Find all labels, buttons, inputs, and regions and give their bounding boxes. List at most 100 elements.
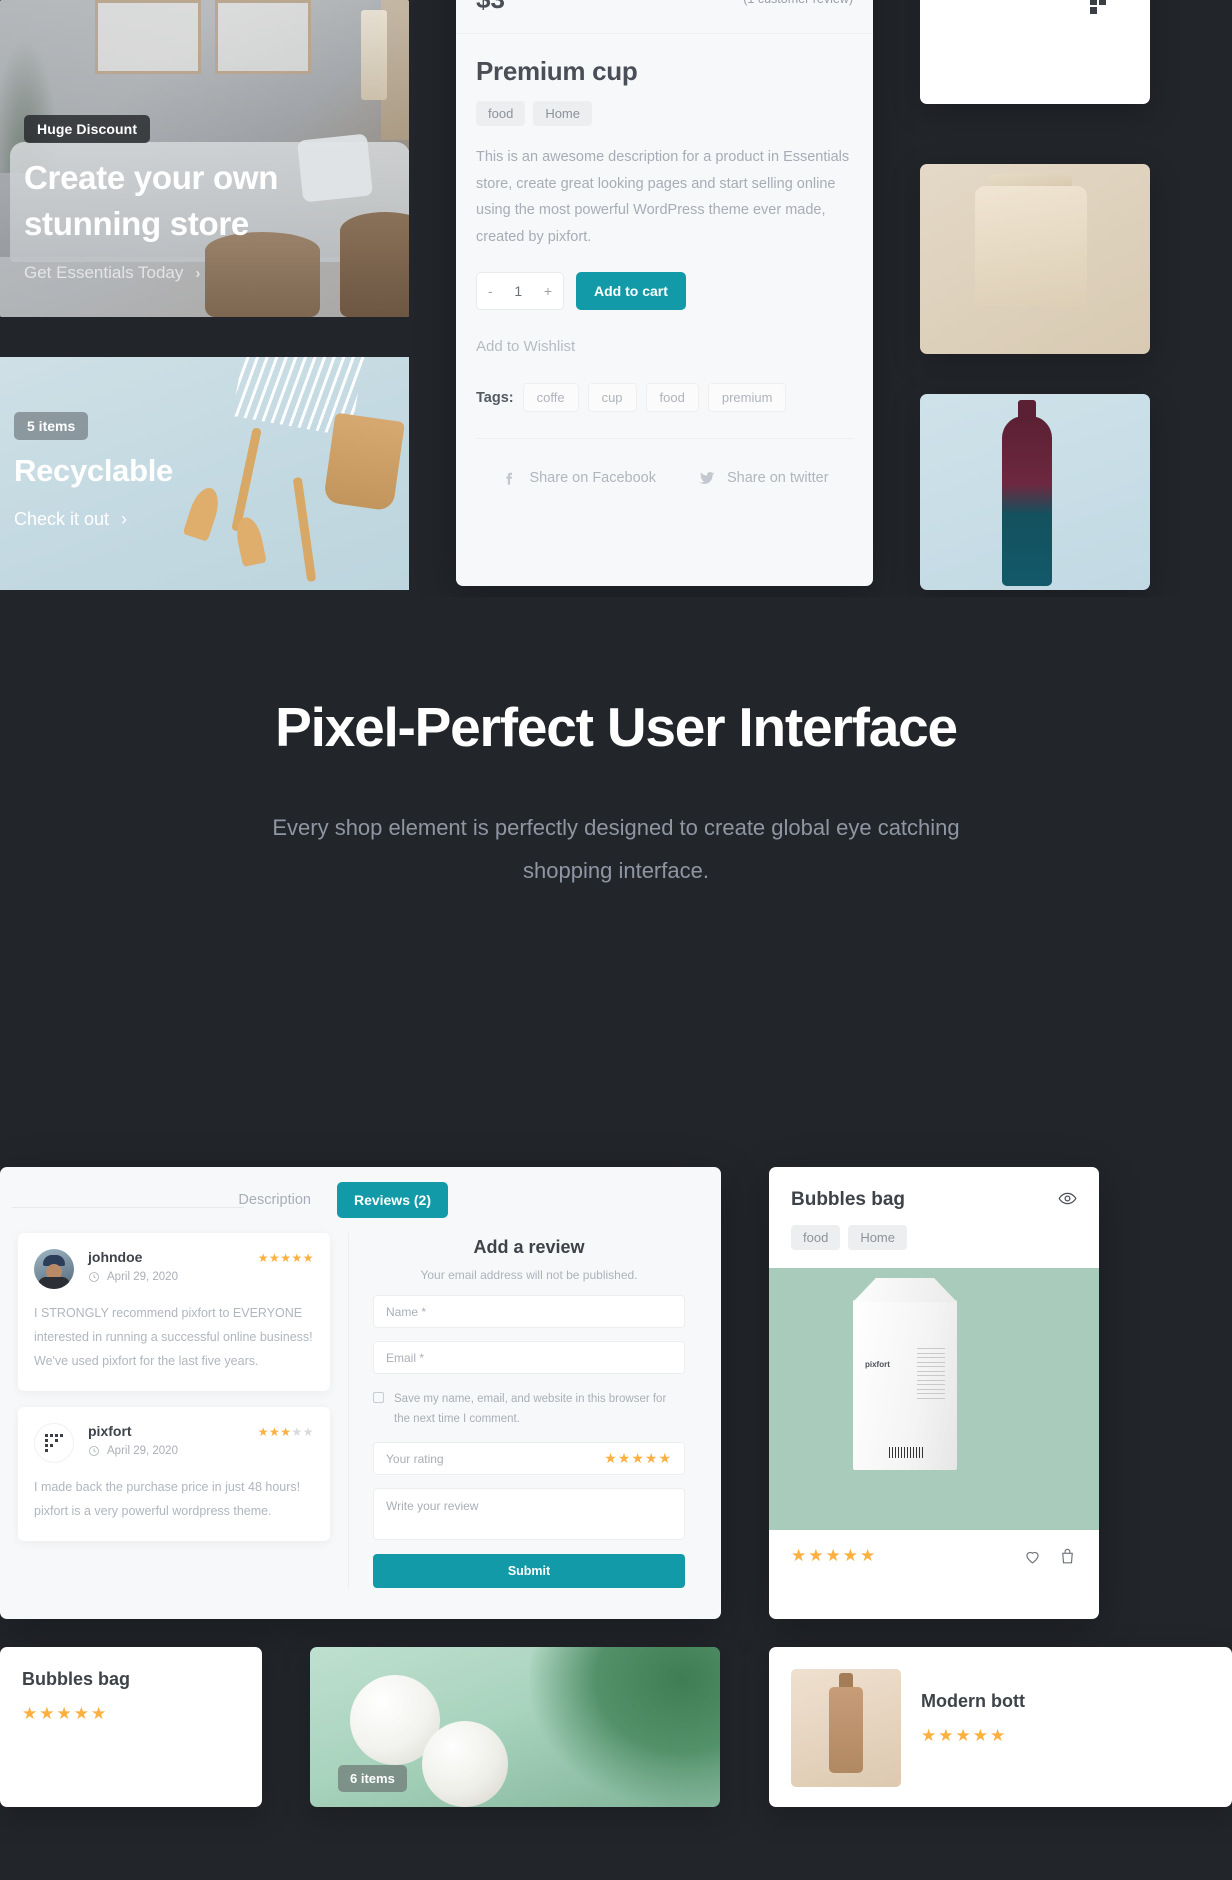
review-text: I STRONGLY recommend pixfort to EVERYONE…: [34, 1306, 313, 1368]
chevron-right-icon: ›: [195, 264, 201, 282]
section-subheadline: Every shop element is perfectly designed…: [272, 814, 960, 883]
rating-stars-icon[interactable]: ★★★★★: [604, 1450, 672, 1467]
paper-bag-product-card[interactable]: [920, 164, 1150, 354]
save-info-label: Save my name, email, and website in this…: [394, 1393, 667, 1425]
bottom-modern-image: [791, 1669, 901, 1787]
twitter-icon: [699, 471, 715, 484]
review-header: pixfort April 29, 2020 ★★★★★: [34, 1423, 314, 1463]
carton-brand-label: pixfort: [865, 1360, 890, 1369]
bottle-decor: [829, 1687, 863, 1773]
add-review-form: Add a review Your email address will not…: [348, 1233, 703, 1589]
leaf-decor: [530, 1647, 720, 1807]
top-showcase-band: Huge Discount Create your own stunning s…: [0, 0, 1232, 597]
bubbles-categories: food Home: [791, 1225, 907, 1250]
quick-view-eye-icon[interactable]: [1058, 1189, 1077, 1208]
tag-pill[interactable]: cup: [587, 383, 637, 413]
bubbles-star-rating-icon: ★★★★★: [791, 1546, 878, 1565]
product-title: Premium cup: [476, 56, 638, 86]
category-pill[interactable]: Home: [848, 1225, 907, 1250]
section-headline: Pixel-Perfect User Interface: [275, 696, 958, 758]
rating-field[interactable]: Your rating ★★★★★: [373, 1442, 685, 1476]
shopping-bag-icon[interactable]: [1058, 1547, 1077, 1566]
product-tabs: Description Reviews (2): [0, 1167, 721, 1233]
hero-cta-link[interactable]: Get Essentials Today ›: [24, 263, 200, 283]
add-to-cart-button[interactable]: Add to cart: [576, 272, 686, 311]
wine-bottle-product-card[interactable]: [920, 394, 1150, 590]
product-card-header: $3 ★★★★★ (1 customer review): [456, 0, 873, 34]
customer-review-count[interactable]: (1 customer review): [743, 0, 853, 6]
bottom-modern-bottle-card[interactable]: Modern bott ★★★★★: [769, 1647, 1232, 1807]
tab-divider: [12, 1207, 244, 1208]
bottom-bubbles-star-rating-icon: ★★★★★: [22, 1704, 109, 1723]
bottom-cards-section: Bubbles bag ★★★★★ 6 items Modern bott ★★…: [0, 1647, 1232, 1847]
review-date-row: April 29, 2020: [88, 1445, 244, 1457]
share-facebook-button[interactable]: Share on Facebook: [500, 469, 656, 487]
heart-icon[interactable]: [1023, 1547, 1042, 1566]
review-author: johndoe: [88, 1249, 143, 1265]
email-field-placeholder: Email *: [386, 1350, 425, 1365]
tag-pill[interactable]: premium: [707, 383, 787, 413]
tag-pill[interactable]: coffe: [522, 383, 579, 413]
pixfort-logo-icon: [1090, 0, 1124, 14]
name-field[interactable]: Name *: [373, 1295, 685, 1328]
review-text: I made back the purchase price in just 4…: [34, 1480, 301, 1518]
bubbles-card-header: Bubbles bag food Home: [769, 1167, 1099, 1250]
product-description: This is an awesome description for a pro…: [476, 149, 850, 245]
product-tags: Tags: coffe cup food premium: [476, 383, 853, 413]
tag-pill[interactable]: food: [645, 383, 699, 413]
save-info-checkbox-row[interactable]: Save my name, email, and website in this…: [373, 1390, 685, 1429]
page-root: Huge Discount Create your own stunning s…: [0, 0, 1232, 1880]
recyclable-banner[interactable]: 5 items Recyclable Check it out ›: [0, 357, 409, 590]
tab-description[interactable]: Description: [224, 1192, 325, 1208]
review-textarea[interactable]: Write your review: [373, 1488, 685, 1541]
brush-decor-2: [292, 476, 317, 583]
paper-cup-decor: [323, 412, 405, 512]
category-pill[interactable]: Home: [533, 101, 592, 126]
brand-logo-card[interactable]: [920, 0, 1150, 104]
bubbles-card-icons: [1023, 1547, 1077, 1566]
avatar: [34, 1249, 74, 1289]
hero-title: Create your own stunning store: [24, 159, 279, 242]
product-share-row: Share on Facebook Share on twitter: [476, 438, 853, 516]
bottom-coconut-banner[interactable]: 6 items: [310, 1647, 720, 1807]
share-facebook-label: Share on Facebook: [529, 469, 656, 486]
quantity-increase-button[interactable]: +: [544, 283, 552, 299]
clock-icon: [89, 1272, 99, 1282]
category-pill[interactable]: food: [476, 101, 526, 126]
review-meta: pixfort April 29, 2020: [88, 1423, 244, 1457]
quantity-value[interactable]: 1: [514, 283, 522, 299]
quantity-decrease-button[interactable]: -: [488, 283, 493, 299]
bubbles-card-footer: ★★★★★: [769, 1530, 1099, 1566]
tab-reviews[interactable]: Reviews (2): [336, 1182, 448, 1218]
recyclable-cta-link[interactable]: Check it out ›: [14, 509, 127, 530]
product-detail-card: $3 ★★★★★ (1 customer review) Premium cup…: [456, 0, 873, 586]
bottom-bubbles-title: Bubbles bag: [22, 1669, 131, 1689]
share-twitter-button[interactable]: Share on twitter: [698, 469, 829, 487]
bottom-coconut-badge: 6 items: [338, 1765, 407, 1792]
bubbles-card-titleblock: Bubbles bag food Home: [791, 1189, 907, 1250]
quantity-stepper[interactable]: - 1 +: [476, 272, 564, 311]
review-author: pixfort: [88, 1423, 132, 1439]
review-date-row: April 29, 2020: [88, 1271, 244, 1283]
bottom-modern-textblock: Modern bott ★★★★★: [921, 1691, 1025, 1746]
review-date: April 29, 2020: [107, 1445, 178, 1457]
coconut-decor-2: [422, 1721, 508, 1807]
stars-empty: ★★: [291, 1425, 314, 1439]
submit-button[interactable]: Submit: [373, 1554, 685, 1589]
bottom-bubbles-card[interactable]: Bubbles bag ★★★★★: [0, 1647, 262, 1807]
reviews-body: johndoe April 29, 2020 ★★★★★ I STRONGLY …: [0, 1233, 721, 1606]
bottom-modern-title: Modern bott: [921, 1691, 1025, 1711]
category-pill[interactable]: food: [791, 1225, 841, 1250]
bottom-modern-star-rating-icon: ★★★★★: [921, 1726, 1008, 1745]
bubbles-bag-product-card[interactable]: Bubbles bag food Home pixfort ★★★★★: [769, 1167, 1099, 1619]
clock-icon: [89, 1446, 99, 1456]
recyclable-badge: 5 items: [14, 412, 89, 440]
share-twitter-label: Share on twitter: [727, 469, 829, 486]
save-info-checkbox[interactable]: [373, 1392, 384, 1403]
email-field[interactable]: Email *: [373, 1341, 685, 1374]
add-to-wishlist-link[interactable]: Add to Wishlist: [476, 338, 853, 355]
hero-banner[interactable]: Huge Discount Create your own stunning s…: [0, 0, 409, 317]
review-date: April 29, 2020: [107, 1271, 178, 1283]
bag-body-decor: [975, 186, 1087, 306]
recyclable-cta-label: Check it out: [14, 509, 110, 529]
